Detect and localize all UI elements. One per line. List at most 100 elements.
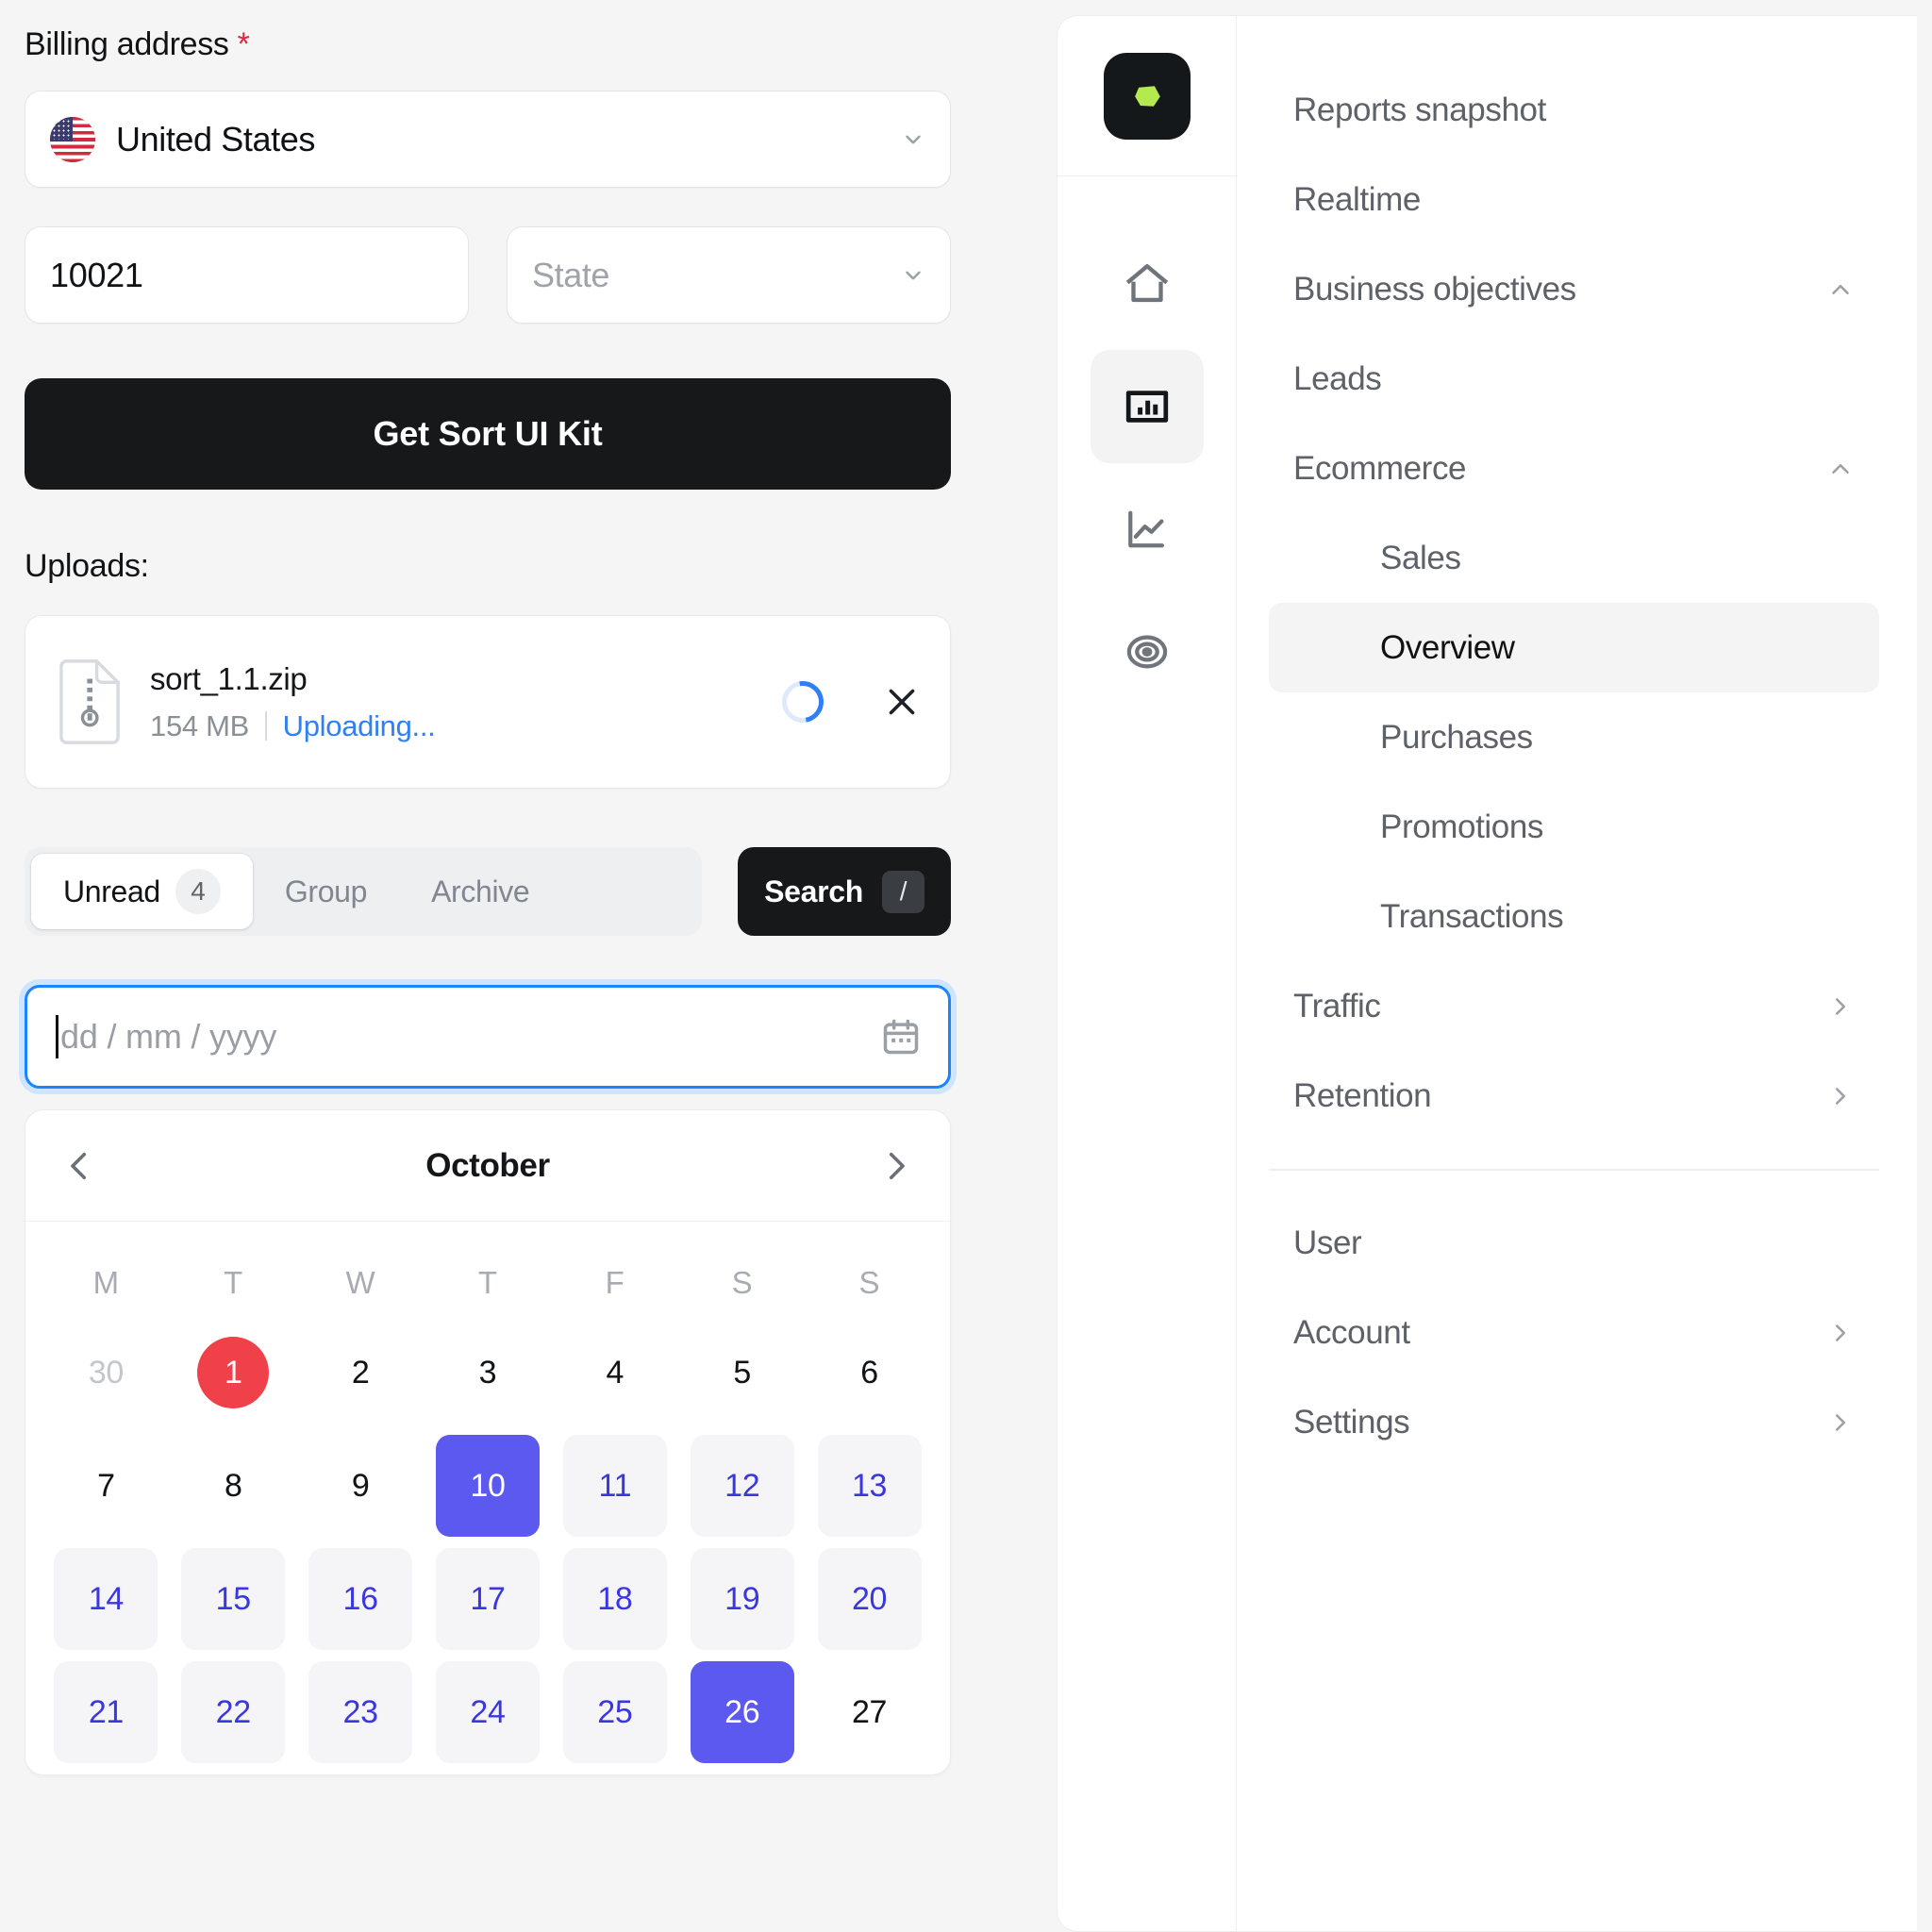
calendar-day-17[interactable]: 17 <box>435 1548 540 1650</box>
zip-field[interactable]: 10021 <box>25 226 469 324</box>
calendar-day-grid: 30 1 2 3 4 5 6 7 8 9 10 11 12 13 14 15 16 17 18 19 20 21 22 23 2… <box>42 1316 933 1769</box>
calendar-cell: 23 <box>297 1656 425 1769</box>
calendar-day-26[interactable]: 26 <box>690 1661 794 1763</box>
chevron-up-icon <box>1832 284 1849 294</box>
calendar-cell: 12 <box>678 1429 806 1542</box>
calendar-day-25[interactable]: 25 <box>562 1661 667 1763</box>
calendar-day-11[interactable]: 11 <box>562 1435 667 1537</box>
dow-label: S <box>858 1265 880 1300</box>
nav-item-business-objectives[interactable]: Business objectives <box>1269 244 1879 334</box>
calendar-cell: 21 <box>42 1656 170 1769</box>
calendar-day-12[interactable]: 12 <box>690 1435 794 1537</box>
calendar-day-8[interactable]: 8 <box>181 1435 285 1537</box>
search-button[interactable]: Search / <box>738 847 951 936</box>
nav-item-overview[interactable]: Overview <box>1269 603 1879 692</box>
nav-item-realtime[interactable]: Realtime <box>1269 155 1879 244</box>
nav-item-user[interactable]: User <box>1269 1199 1879 1289</box>
calendar-cell: 9 <box>297 1429 425 1542</box>
calendar-day-24[interactable]: 24 <box>435 1661 540 1763</box>
calendar-cell: 13 <box>806 1429 933 1542</box>
calendar-cell: 20 <box>806 1542 933 1656</box>
tab-group[interactable]: Group <box>253 854 399 929</box>
calendar-day-4[interactable]: 4 <box>563 1322 667 1424</box>
nav-item-ecommerce[interactable]: Ecommerce <box>1269 424 1879 513</box>
nav-item-settings[interactable]: Settings <box>1269 1378 1879 1468</box>
calendar-day-16[interactable]: 16 <box>308 1548 413 1650</box>
country-select-value: United States <box>116 119 315 158</box>
chevron-right-icon[interactable] <box>876 1146 916 1186</box>
close-icon[interactable] <box>880 680 924 724</box>
calendar-day-10[interactable]: 10 <box>435 1435 540 1537</box>
nav-item-purchases[interactable]: Purchases <box>1269 692 1879 782</box>
app-root: Billing address * United States 10021 St… <box>0 0 1932 1932</box>
tab-archive-label: Archive <box>431 874 530 908</box>
calendar-day-30[interactable]: 30 <box>54 1322 158 1424</box>
calendar-day-6[interactable]: 6 <box>818 1322 922 1424</box>
rail-item-reports[interactable] <box>1090 350 1204 463</box>
nav-item-traffic[interactable]: Traffic <box>1269 961 1879 1051</box>
upload-file-substats: 154 MB Uploading... <box>150 709 758 743</box>
nav-item-sales[interactable]: Sales <box>1269 513 1879 603</box>
rail-item-home[interactable] <box>1091 227 1204 341</box>
rail-item-trends[interactable] <box>1091 473 1204 586</box>
nav-item-label: Retention <box>1293 1076 1432 1114</box>
search-shortcut-key: / <box>882 870 924 913</box>
nav-item-retention[interactable]: Retention <box>1269 1051 1879 1141</box>
calendar-cell: 30 <box>42 1316 170 1429</box>
uploads-label: Uploads: <box>25 548 149 584</box>
nav-item-transactions[interactable]: Transactions <box>1269 872 1879 961</box>
calendar-day-13[interactable]: 13 <box>817 1435 922 1537</box>
nav-item-reports-snapshot[interactable]: Reports snapshot <box>1269 65 1879 155</box>
get-sort-ui-kit-button[interactable]: Get Sort UI Kit <box>25 378 951 490</box>
calendar-header: October <box>25 1110 950 1222</box>
calendar-day-5[interactable]: 5 <box>691 1322 794 1424</box>
calendar-day-1[interactable]: 1 <box>197 1337 270 1408</box>
nav-menu-column: Reports snapshot Realtime Business objecti… <box>1237 16 1917 1931</box>
chevron-right-icon <box>1836 1324 1845 1341</box>
calendar-icon[interactable] <box>880 1016 922 1058</box>
calendar-day-19[interactable]: 19 <box>690 1548 794 1650</box>
nav-item-label: Transactions <box>1380 897 1564 935</box>
nav-item-label: User <box>1293 1224 1362 1262</box>
calendar-day-20[interactable]: 20 <box>817 1548 922 1650</box>
filter-and-search-row: Unread 4 Group Archive Search / <box>25 847 951 936</box>
calendar-day-3[interactable]: 3 <box>436 1322 540 1424</box>
calendar-day-23[interactable]: 23 <box>308 1661 413 1763</box>
calendar-day-21[interactable]: 21 <box>54 1661 158 1763</box>
country-select[interactable]: United States <box>25 91 951 188</box>
calendar-day-22[interactable]: 22 <box>181 1661 286 1763</box>
calendar-day-15[interactable]: 15 <box>181 1548 286 1650</box>
calendar-day-14[interactable]: 14 <box>54 1548 158 1650</box>
mail-filter-tabs: Unread 4 Group Archive <box>25 847 703 936</box>
tab-group-label: Group <box>284 874 368 908</box>
tab-archive[interactable]: Archive <box>399 854 561 929</box>
rail-item-goals[interactable] <box>1091 595 1204 708</box>
calendar-day-9[interactable]: 9 <box>308 1435 412 1537</box>
calendar-day-7[interactable]: 7 <box>54 1435 158 1537</box>
state-select-placeholder: State <box>532 255 610 294</box>
nav-item-account[interactable]: Account <box>1269 1289 1879 1378</box>
state-select[interactable]: State <box>507 226 951 324</box>
sort-logo-icon[interactable] <box>1103 52 1191 140</box>
upload-meta-divider <box>265 711 267 741</box>
nav-item-promotions[interactable]: Promotions <box>1269 782 1879 872</box>
calendar-cell: 11 <box>551 1429 678 1542</box>
target-icon <box>1126 635 1167 669</box>
icon-rail <box>1058 16 1237 1931</box>
calendar-cell: 22 <box>170 1656 297 1769</box>
upload-file-meta: sort_1.1.zip 154 MB Uploading... <box>150 661 758 743</box>
tab-unread[interactable]: Unread 4 <box>31 854 253 929</box>
date-input-placeholder: dd / mm / yyyy <box>60 1017 277 1056</box>
nav-item-label: Account <box>1293 1314 1410 1352</box>
required-asterisk: * <box>237 26 250 62</box>
nav-item-label: Traffic <box>1293 987 1381 1024</box>
chevron-left-icon[interactable] <box>59 1146 99 1186</box>
logo-area <box>1058 16 1236 176</box>
calendar-day-18[interactable]: 18 <box>562 1548 667 1650</box>
date-input[interactable]: dd / mm / yyyy <box>25 985 951 1089</box>
calendar-month-label: October <box>425 1146 550 1184</box>
chevron-right-icon <box>1836 1087 1845 1105</box>
calendar-day-27[interactable]: 27 <box>818 1661 922 1763</box>
nav-item-leads[interactable]: Leads <box>1269 334 1879 424</box>
calendar-day-2[interactable]: 2 <box>308 1322 412 1424</box>
